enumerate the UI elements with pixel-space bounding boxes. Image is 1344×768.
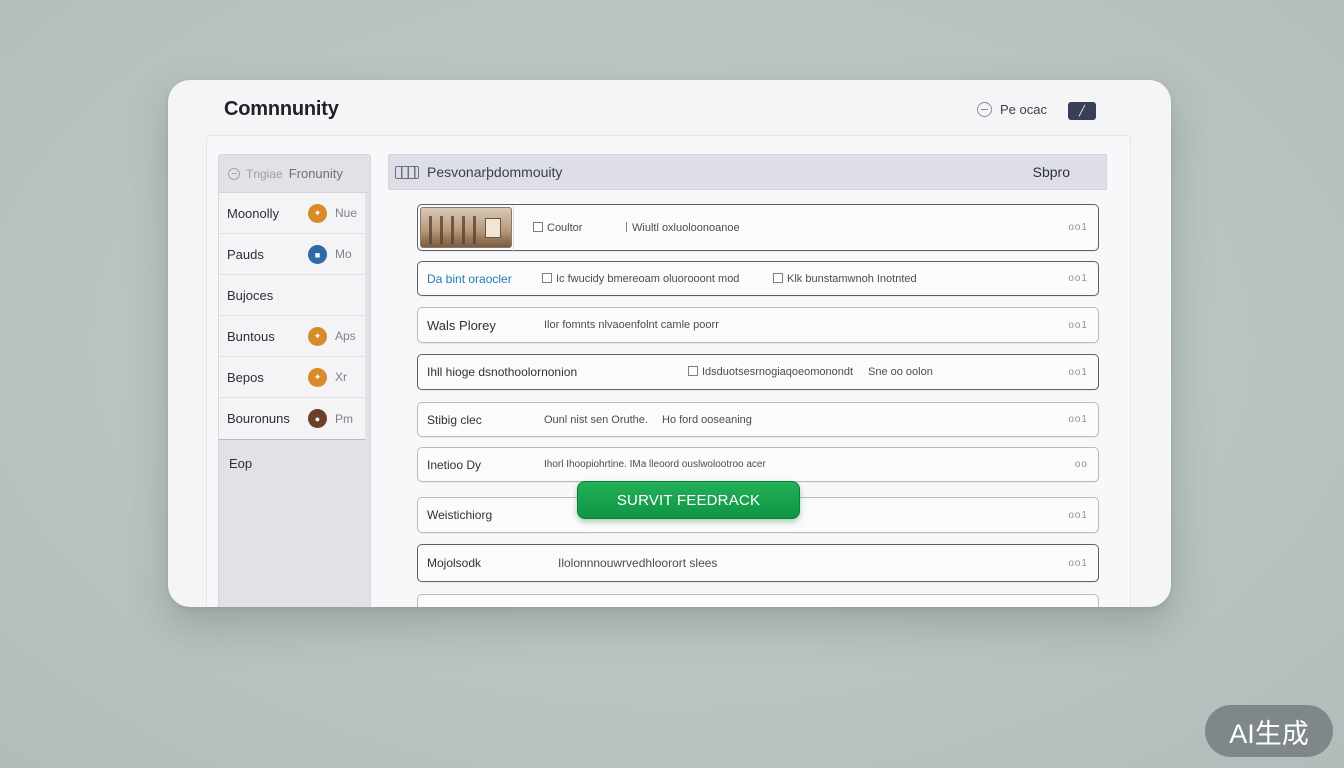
- row-title: Mojolsodk: [427, 556, 482, 570]
- sidebar: Tngiae Fronunity Moonolly ✦ Nue Pauds ■ …: [218, 154, 371, 607]
- sidebar-header-label: Tngiae: [246, 166, 283, 181]
- more-icon[interactable]: oo1: [1068, 367, 1088, 378]
- sidebar-item-tag: Nue: [335, 206, 358, 220]
- checkbox-icon[interactable]: [688, 366, 698, 376]
- sidebar-item-label: Pauds: [227, 246, 264, 262]
- sidebar-header: Tngiae Fronunity: [219, 155, 370, 193]
- checkbox-icon[interactable]: [533, 221, 543, 232]
- badge-icon: ✦: [308, 204, 327, 223]
- header-share-button[interactable]: ╱: [1068, 102, 1096, 120]
- more-icon[interactable]: oo1: [1068, 510, 1088, 521]
- sidebar-item-bujoces[interactable]: Bujoces: [219, 275, 365, 316]
- more-icon[interactable]: oo1: [1068, 222, 1088, 233]
- submit-feedback-button[interactable]: SURVIT FEEDRACK: [577, 481, 800, 519]
- checkbox-icon[interactable]: [626, 221, 628, 232]
- row-title: Weistichiorg: [427, 508, 493, 522]
- more-icon[interactable]: oo1: [1068, 320, 1088, 331]
- panel-title: Pesvonarþdommouity: [427, 164, 563, 180]
- sidebar-item-label: Buntous: [227, 328, 275, 344]
- sidebar-item-pauds[interactable]: Pauds ■ Mo: [219, 234, 365, 275]
- panel-header: Pesvonarþdommouity Sbpro: [388, 154, 1107, 190]
- list-item[interactable]: Stibig clec Ounl nist sen Oruthe. Ho for…: [417, 402, 1099, 437]
- list-item[interactable]: Ihll hioge dsnothoolornonion Idsduotsesr…: [417, 354, 1099, 390]
- sidebar-item-moonolly[interactable]: Moonolly ✦ Nue: [219, 193, 365, 234]
- chart-icon: ╱: [1078, 105, 1086, 117]
- badge-icon: ●: [308, 409, 327, 428]
- sidebar-item-label: Moonolly: [227, 205, 280, 221]
- main-panel: Pesvonarþdommouity Sbpro Coultor Wiultl …: [388, 154, 1107, 607]
- row-desc-secondary: Klk bunstamwnoh Inotnted: [773, 272, 917, 285]
- app-title: Comnnunity: [224, 98, 339, 120]
- sidebar-item-bouronuns[interactable]: Bouronuns ● Pm: [219, 398, 365, 439]
- minus-circle-icon: [228, 167, 240, 180]
- row-title: Ihll hioge dsnothoolornonion: [427, 365, 578, 379]
- list-item-partial[interactable]: [417, 594, 1099, 607]
- list-item[interactable]: Inetioo Dy Ihorl Ihoopiohrtine. IMa lleo…: [417, 447, 1099, 482]
- grid-icon: [395, 165, 419, 179]
- sidebar-item-label: Bujoces: [227, 287, 274, 303]
- minus-circle-icon: [977, 102, 993, 117]
- row-title: Stibig clec: [427, 412, 482, 427]
- list-item[interactable]: Da bint oraocler Ic fwucidy bmereoam olu…: [417, 261, 1099, 296]
- row-desc-secondary: Ho ford ooseaning: [662, 413, 752, 426]
- more-icon[interactable]: oo1: [1068, 414, 1088, 425]
- sidebar-item-tag: Mo: [335, 247, 352, 261]
- sidebar-item-tag: Pm: [335, 411, 353, 426]
- sidebar-item-label: Bouronuns: [227, 411, 290, 426]
- content-frame: Tngiae Fronunity Moonolly ✦ Nue Pauds ■ …: [206, 135, 1131, 607]
- more-icon[interactable]: oo1: [1068, 558, 1088, 569]
- sidebar-item-label: Bepos: [227, 369, 264, 385]
- thumbnail-frame: [418, 205, 514, 252]
- house-thumbnail-image: [420, 207, 512, 248]
- header-link[interactable]: Pe ocac: [1000, 102, 1047, 117]
- row-desc-secondary: Sne oo oolon: [868, 366, 933, 378]
- checkbox-icon[interactable]: [542, 272, 552, 283]
- sidebar-header-title: Fronunity: [288, 166, 343, 181]
- sidebar-item-eop[interactable]: Eop: [219, 440, 370, 471]
- ai-generated-watermark: AI生成: [1205, 705, 1333, 757]
- row-title: Da bint oraocler: [427, 271, 512, 286]
- row-desc-primary: Ilor fomnts nlvaoenfolnt camle poorr: [544, 319, 719, 331]
- row-desc-primary: Coultor: [533, 221, 582, 234]
- sidebar-item-tag: Aps: [335, 329, 356, 343]
- row-desc-secondary: Wiultl oxluoloonoanoe: [626, 221, 740, 234]
- app-window: Comnnunity Pe ocac ╱ Tngiae Fronunity Mo…: [168, 80, 1171, 607]
- badge-icon: ■: [308, 245, 327, 264]
- badge-icon: ✦: [308, 327, 327, 346]
- row-desc-primary: Idsduotsesrnogiaqoeomonondt: [688, 366, 853, 378]
- row-desc-primary: Ilolonnnouwrvedhloorort slees: [558, 556, 718, 570]
- sidebar-item-tag: Xr: [335, 370, 347, 384]
- row-title: Wals Plorey: [427, 317, 496, 333]
- more-icon[interactable]: oo1: [1068, 273, 1088, 284]
- panel-action-link[interactable]: Sbpro: [1033, 164, 1070, 180]
- checkbox-icon[interactable]: [773, 272, 783, 283]
- list-item[interactable]: Coultor Wiultl oxluoloonoanoe oo1: [417, 204, 1099, 252]
- header-account[interactable]: Pe ocac: [977, 102, 1047, 117]
- more-icon[interactable]: oo: [1075, 459, 1088, 470]
- row-desc-primary: Ic fwucidy bmereoam oluorooont mod: [542, 272, 739, 285]
- list-item[interactable]: Mojolsodk Ilolonnnouwrvedhloorort slees …: [417, 544, 1099, 582]
- row-desc-primary: Ounl nist sen Oruthe.: [544, 413, 648, 426]
- sidebar-item-bepos[interactable]: Bepos ✦ Xr: [219, 357, 365, 398]
- row-title: Inetioo Dy: [427, 457, 482, 472]
- badge-icon: ✦: [308, 368, 327, 387]
- sidebar-item-buntous[interactable]: Buntous ✦ Aps: [219, 316, 365, 357]
- sidebar-list: Moonolly ✦ Nue Pauds ■ Mo Bujoces Buntou…: [219, 193, 365, 440]
- row-desc-primary: Ihorl Ihoopiohrtine. IMa lleoord ouslwol…: [544, 459, 766, 470]
- list-item[interactable]: Wals Plorey Ilor fomnts nlvaoenfolnt cam…: [417, 307, 1099, 343]
